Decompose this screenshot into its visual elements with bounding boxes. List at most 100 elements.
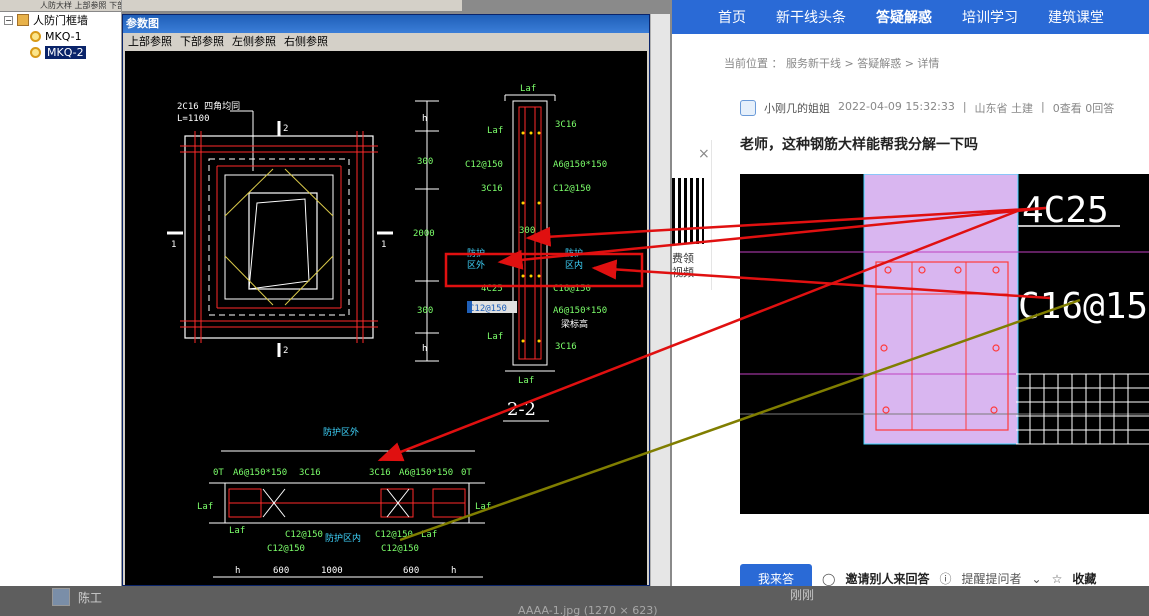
bottom-c12-4: C12@150	[381, 544, 419, 554]
svg-text:区内: 区内	[565, 259, 583, 271]
rebar-3c16-top: 3C16	[555, 120, 577, 130]
rebar-a6-right: A6@150*150	[553, 160, 607, 170]
tree-top-strip: 人防大样 上部参照 下部参照 左侧参照	[0, 0, 121, 12]
tree-item-mkq-2[interactable]: MKQ-2	[0, 44, 121, 60]
top-nav: 首页 新干线头条 答疑解惑 培训学习 建筑课堂	[672, 0, 1149, 34]
beam-elevation-label: 梁标高	[561, 318, 588, 330]
rebar-c16: C16@150	[553, 284, 591, 294]
dialog-scrollbar[interactable]	[650, 14, 670, 586]
image-caption: AAAA-1.jpg (1270 × 623)	[518, 604, 658, 616]
post-date: 2022-04-09 15:32:33	[838, 100, 955, 113]
laf-top: Laf	[520, 84, 536, 94]
parameter-diagram-dialog: 参数图 上部参照 下部参照 左侧参照 右侧参照 2C16 四角均同 L=1100	[122, 14, 650, 586]
question-meta: 小刚几的姐姐 2022-04-09 15:32:33 | 山东省 土建 | 0查…	[764, 100, 1115, 116]
author-name[interactable]: 小刚几的姐姐	[764, 100, 830, 116]
nav-classroom[interactable]: 建筑课堂	[1048, 7, 1104, 27]
tree-item-mkq-1[interactable]: MKQ-1	[0, 28, 121, 44]
question-title: 老师，这种钢筋大样能帮我分解一下吗	[740, 137, 978, 153]
section-marker-right: 1	[381, 240, 386, 250]
background-taskbar: 陈工 AAAA-1.jpg (1270 × 623) 刚刚	[0, 586, 1149, 616]
bottom-laf-inner-right: Laf	[421, 530, 437, 540]
qr-code	[672, 178, 704, 244]
tree-item-label-selected: MKQ-2	[45, 45, 86, 59]
bottom-0t-right: 0T	[461, 468, 472, 478]
laf-bottom: Laf	[518, 376, 534, 386]
bottom-c12-1: C12@150	[285, 530, 323, 540]
bottom-0t-left: 0T	[213, 468, 224, 478]
timestamp-label: 刚刚	[790, 588, 815, 602]
favorite-link[interactable]: 收藏	[1072, 570, 1096, 586]
bottom-c12-3: C12@150	[267, 544, 305, 554]
dialog-menu: 上部参照 下部参照 左侧参照 右侧参照	[123, 33, 649, 51]
bottom-a6-right: A6@150*150	[399, 468, 453, 478]
menu-item-right-reference[interactable]: 右侧参照	[284, 33, 328, 51]
laf-mid-bottom: Laf	[487, 332, 503, 342]
answer-button[interactable]: 我来答	[740, 564, 813, 586]
bottom-laf-left: Laf	[197, 502, 213, 512]
dialog-title: 参数图	[123, 15, 649, 33]
section-marker-left: 1	[171, 240, 176, 250]
chevron-down-icon[interactable]: ⌄	[1032, 572, 1042, 586]
dim-300-bottom: 300	[417, 306, 433, 316]
collapse-icon[interactable]: −	[4, 15, 13, 25]
qr-promo-text[interactable]: 费领 视频	[672, 252, 694, 280]
section-1-1: 防护区外 0T A6@150*150 3C16 3C16 A6@150*150 …	[197, 426, 491, 585]
section-title-1-1: 1-1	[337, 583, 366, 585]
bottom-dim-1000: 1000	[321, 566, 343, 576]
rebar-3c16-left: 3C16	[481, 184, 503, 194]
nav-home[interactable]: 首页	[718, 7, 746, 27]
bottom-zone-inside: 防护区内	[325, 532, 361, 544]
tree-item-label: MKQ-1	[45, 29, 82, 43]
rebar-4c25: 4C25	[481, 284, 503, 294]
invite-link[interactable]: 邀请别人来回答	[845, 570, 929, 586]
background-user-name: 陈工	[78, 590, 103, 605]
question-icon	[740, 100, 756, 116]
remind-link[interactable]: 提醒提问者	[961, 570, 1021, 586]
image-label-4c25: 4C25	[1022, 190, 1109, 231]
gear-icon	[30, 30, 41, 42]
avatar	[52, 588, 70, 606]
note-2c16: 2C16 四角均同	[177, 100, 240, 112]
star-icon: ☆	[1051, 571, 1063, 586]
menu-item-bottom-reference[interactable]: 下部参照	[180, 33, 224, 51]
close-icon[interactable]: ×	[698, 146, 710, 162]
folder-icon	[17, 14, 29, 26]
menu-item-top-reference[interactable]: 上部参照	[128, 33, 172, 51]
bottom-c12-2: C12@150	[375, 530, 413, 540]
cad-canvas[interactable]: 2C16 四角均同 L=1100 2 2 1 1 h 300 2000 300 …	[125, 51, 647, 585]
dim-300-mid: 300	[519, 226, 535, 236]
rebar-c12-right: C12@150	[553, 184, 591, 194]
info-icon: ⓘ	[939, 572, 952, 586]
user-icon: ◯	[822, 571, 836, 586]
qr-promo-card: × 费领 视频	[672, 140, 712, 290]
bottom-laf-right: Laf	[475, 502, 491, 512]
dim-2000: 2000	[413, 229, 435, 239]
bottom-zone-outside: 防护区外	[323, 426, 359, 438]
project-tree-panel: 人防大样 上部参照 下部参照 左侧参照 − 人防门框墙 MKQ-1 MKQ-2	[0, 0, 122, 586]
nav-qa[interactable]: 答疑解惑	[876, 7, 932, 27]
bottom-laf-inner-left: Laf	[229, 526, 245, 536]
post-stats: 0查看 0回答	[1052, 102, 1115, 115]
laf-mid-top: Laf	[487, 126, 503, 136]
section-2-2: h 300 2000 300 h Laf Laf Laf Laf 3C16 C1…	[413, 84, 607, 422]
rebar-a6-bottom: A6@150*150	[553, 306, 607, 316]
nav-headlines[interactable]: 新干线头条	[776, 7, 846, 27]
bottom-3c16-left: 3C16	[299, 468, 321, 478]
qa-webpage: 首页 新干线头条 答疑解惑 培训学习 建筑课堂 当前位置 ： 服务新干线 > 答…	[672, 0, 1149, 586]
bottom-dim-h-right: h	[451, 566, 456, 576]
bottom-3c16-right: 3C16	[369, 468, 391, 478]
tree-root-node[interactable]: − 人防门框墙	[0, 12, 121, 28]
question-image-drawing: 4C25 C16@150	[740, 174, 1149, 445]
nav-training[interactable]: 培训学习	[962, 7, 1018, 27]
question-image[interactable]: 4C25 C16@150	[740, 174, 1149, 514]
svg-text:区外: 区外	[467, 259, 485, 271]
menu-item-left-reference[interactable]: 左侧参照	[232, 33, 276, 51]
post-location: 山东省 土建	[974, 102, 1034, 115]
cad-drawing: 2C16 四角均同 L=1100 2 2 1 1 h 300 2000 300 …	[167, 84, 607, 585]
note-length: L=1100	[177, 114, 210, 124]
rebar-c12-selected[interactable]: C12@150	[469, 304, 507, 314]
bottom-dim-h-left: h	[235, 566, 240, 576]
dim-h-bottom: h	[422, 344, 427, 354]
bottom-dim-600-right: 600	[403, 566, 419, 576]
breadcrumb: 当前位置 ： 服务新干线 > 答疑解惑 > 详情	[724, 57, 940, 70]
